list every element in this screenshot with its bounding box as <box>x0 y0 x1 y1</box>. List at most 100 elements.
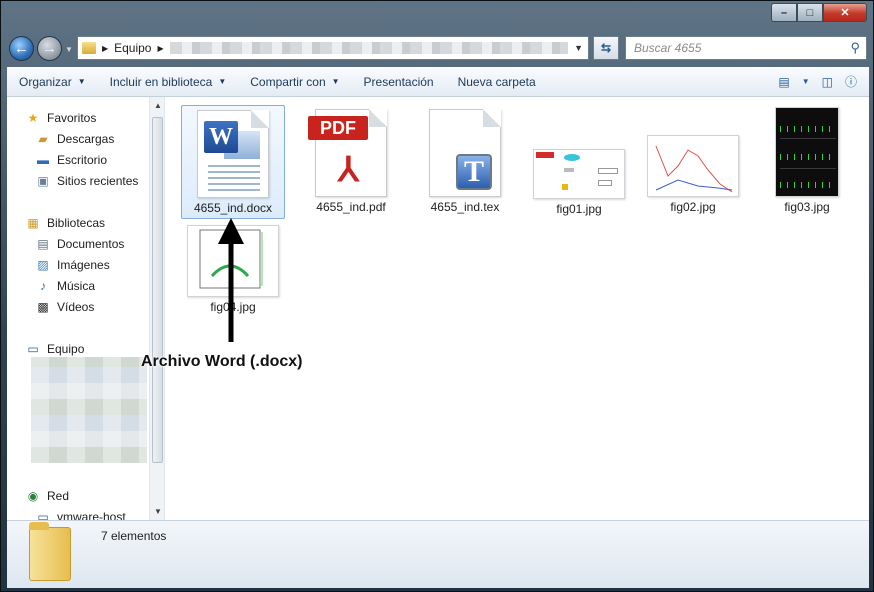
chevron-down-icon: ▼ <box>331 77 340 86</box>
nav-item-vmware-host[interactable]: ▭ vmware-host <box>35 510 126 520</box>
nav-scrollbar[interactable]: ▲ ▼ <box>149 97 164 520</box>
search-input[interactable] <box>634 41 834 55</box>
folder-icon <box>29 522 71 581</box>
include-library-menu[interactable]: Incluir en biblioteca ▼ <box>98 67 239 96</box>
nav-label: vmware-host <box>57 510 126 520</box>
search-box[interactable]: ⚲ <box>625 36 867 60</box>
minimize-button[interactable]: – <box>771 3 797 22</box>
toolbar-right: ▤ ▼ ◫ ⓘ <box>778 73 869 90</box>
image-icon <box>187 225 279 297</box>
word-doc-icon: W <box>197 110 269 198</box>
refresh-button[interactable]: ⇆ <box>593 36 619 60</box>
chevron-down-icon: ▼ <box>77 77 86 86</box>
file-item[interactable]: W 4655_ind.docx <box>181 105 285 219</box>
nav-item-documentos[interactable]: ▤ Documentos <box>35 237 124 251</box>
chart-thumbnail <box>655 145 733 193</box>
file-item[interactable]: fig04.jpg <box>181 225 285 314</box>
nav-label: Música <box>57 279 96 293</box>
include-label: Incluir en biblioteca <box>109 74 213 89</box>
nav-item-favoritos[interactable]: ★ Favoritos <box>25 111 97 125</box>
music-icon: ♪ <box>40 279 46 293</box>
share-menu[interactable]: Compartir con ▼ <box>238 67 351 96</box>
file-item[interactable]: T 4655_ind.tex <box>413 109 517 214</box>
nav-label: Documentos <box>57 237 125 251</box>
share-label: Compartir con <box>250 74 326 89</box>
network-computer-icon: ▭ <box>37 510 49 520</box>
breadcrumb-equipo[interactable]: Equipo <box>114 41 151 55</box>
file-name: fig02.jpg <box>670 200 716 214</box>
file-name: 4655_ind.pdf <box>316 200 386 214</box>
pictures-icon: ▨ <box>37 258 49 272</box>
nav-item-videos[interactable]: ▩ Vídeos <box>35 300 94 314</box>
file-name: 4655_ind.tex <box>430 200 500 214</box>
details-pane: 7 elementos <box>7 520 869 588</box>
address-bar[interactable]: ▶ Equipo ▶ ▼ <box>77 36 589 60</box>
network-icon: ◉ <box>27 489 39 503</box>
view-options-icon[interactable]: ▤ <box>778 75 789 89</box>
downloads-folder-icon: ▰ <box>38 132 48 146</box>
command-bar: Organizar ▼ Incluir en biblioteca ▼ Compar… <box>7 67 869 97</box>
scroll-up-icon[interactable]: ▲ <box>150 101 164 110</box>
breadcrumb-chevron-icon[interactable]: ▶ <box>102 44 108 53</box>
content-area: ★ Favoritos ▰ Descargas ▬ Escritorio ▣ Sitio… <box>7 97 869 520</box>
organize-menu[interactable]: Organizar ▼ <box>7 67 98 96</box>
new-folder-label: Nueva carpeta <box>457 74 536 89</box>
image-icon <box>775 107 839 197</box>
recent-pages-dropdown-icon[interactable]: ▼ <box>65 45 73 54</box>
window-controls: – □ ✕ <box>771 3 867 22</box>
file-name: fig01.jpg <box>556 202 602 216</box>
videos-icon: ▩ <box>37 300 49 314</box>
computer-icon: ▭ <box>27 342 39 356</box>
chevron-down-icon: ▼ <box>218 77 227 86</box>
chart-thumbnail <box>199 229 263 289</box>
folder-icon <box>82 42 96 54</box>
file-item[interactable]: fig03.jpg <box>755 107 859 214</box>
pdf-icon: PDF ⅄ <box>308 109 387 197</box>
nav-label: Descargas <box>57 132 115 146</box>
nav-item-sitios-recientes[interactable]: ▣ Sitios recientes <box>35 174 138 188</box>
close-button[interactable]: ✕ <box>823 3 867 22</box>
file-name: fig04.jpg <box>210 300 256 314</box>
nav-item-escritorio[interactable]: ▬ Escritorio <box>35 153 107 167</box>
nav-label: Escritorio <box>57 153 108 167</box>
desktop-icon: ▬ <box>37 153 49 167</box>
preview-pane-icon[interactable]: ◫ <box>822 75 833 89</box>
presentation-label: Presentación <box>363 74 434 89</box>
presentation-button[interactable]: Presentación <box>352 67 446 96</box>
view-dropdown-icon[interactable]: ▼ <box>802 77 810 86</box>
nav-label: Equipo <box>47 342 85 356</box>
help-icon[interactable]: ⓘ <box>845 73 857 90</box>
explorer-window: – □ ✕ ← → ▼ ▶ Equipo ▶ ▼ ⇆ ⚲ Organizar ▼ … <box>0 0 874 592</box>
nav-item-equipo[interactable]: ▭ Equipo <box>25 342 84 356</box>
documents-icon: ▤ <box>37 237 49 251</box>
scroll-down-icon[interactable]: ▼ <box>150 507 164 516</box>
nav-item-imagenes[interactable]: ▨ Imágenes <box>35 258 109 272</box>
file-list: W 4655_ind.docx PDF ⅄ 4655_ind.pdf T 465… <box>165 97 869 520</box>
scroll-thumb[interactable] <box>152 117 163 463</box>
nav-label: Favoritos <box>47 111 97 125</box>
file-item[interactable]: PDF ⅄ 4655_ind.pdf <box>299 109 403 214</box>
maximize-button[interactable]: □ <box>797 3 823 22</box>
nav-item-musica[interactable]: ♪ Música <box>35 279 95 293</box>
search-icon[interactable]: ⚲ <box>850 40 860 56</box>
star-icon: ★ <box>27 111 39 125</box>
forward-button[interactable]: → <box>37 36 62 61</box>
back-button[interactable]: ← <box>9 36 34 61</box>
redacted-path <box>169 42 569 54</box>
navigation-pane: ★ Favoritos ▰ Descargas ▬ Escritorio ▣ Sitio… <box>7 97 165 520</box>
file-name: 4655_ind.docx <box>193 201 273 215</box>
address-dropdown-icon[interactable]: ▼ <box>574 43 583 53</box>
file-item[interactable]: fig02.jpg <box>641 135 745 214</box>
nav-item-red[interactable]: ◉ Red <box>25 489 69 503</box>
redacted-drives <box>31 357 147 463</box>
breadcrumb-chevron-icon[interactable]: ▶ <box>157 44 163 53</box>
nav-label: Red <box>47 489 70 503</box>
file-item[interactable]: fig01.jpg <box>527 149 631 216</box>
libraries-icon: ▦ <box>27 216 39 230</box>
nav-item-bibliotecas[interactable]: ▦ Bibliotecas <box>25 216 105 230</box>
address-row: ← → ▼ ▶ Equipo ▶ ▼ ⇆ ⚲ <box>7 33 869 63</box>
nav-item-descargas[interactable]: ▰ Descargas <box>35 132 114 146</box>
image-icon <box>647 135 739 197</box>
new-folder-button[interactable]: Nueva carpeta <box>446 67 548 96</box>
item-count: 7 elementos <box>101 529 167 543</box>
